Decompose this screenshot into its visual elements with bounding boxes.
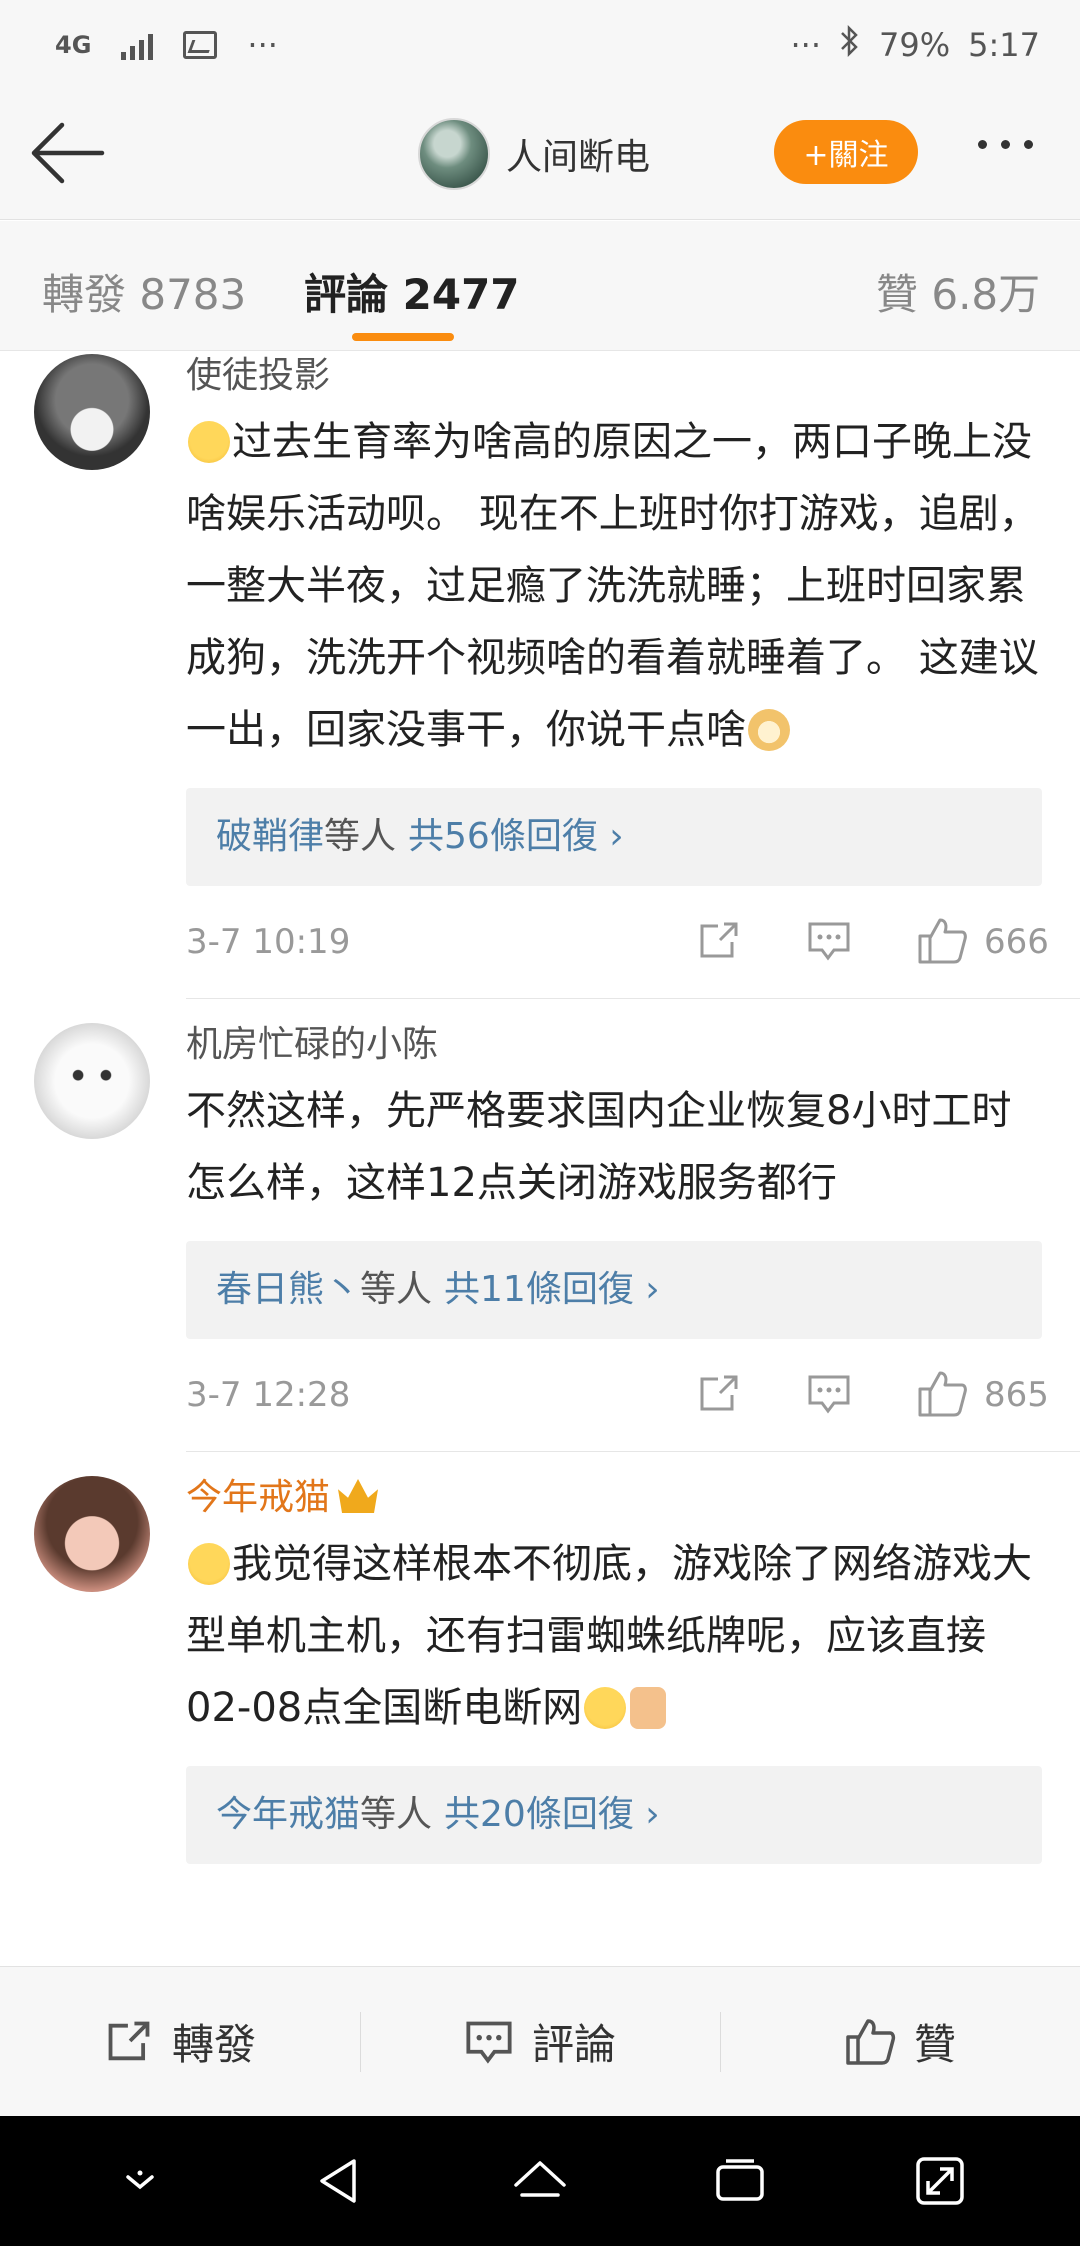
like-count: 666: [984, 922, 1049, 962]
active-tab-indicator: [352, 333, 454, 341]
comment-text: 过去生育率为啥高的原因之一，两口子晚上没啥娱乐活动呗。 现在不上班时你打游戏，追…: [186, 419, 1039, 753]
repost-label: 轉發: [171, 2020, 256, 2069]
status-bar: 4G ··· ··· 79% 5:17: [0, 0, 1080, 90]
repost-comment-icon[interactable]: [696, 920, 742, 966]
divider: [186, 998, 1080, 999]
reply-count[interactable]: 共56條回復 ›: [408, 816, 624, 857]
like-label: 贊: [913, 2020, 956, 2069]
comment-meta: 3-7 12:28 865: [186, 1347, 1049, 1451]
battery-level: 79%: [879, 26, 951, 64]
comment-text: 我觉得这样根本不彻底，游戏除了网络游戏大型单机主机，还有扫雷蜘蛛纸牌呢，应该直接…: [186, 1541, 1032, 1731]
tab-likes[interactable]: 贊 6.8万: [876, 261, 1040, 322]
reply-comment-icon[interactable]: [806, 1373, 852, 1419]
back-button[interactable]: [28, 118, 108, 188]
replies-preview[interactable]: 春日熊丶等人 共11條回復 ›: [186, 1241, 1042, 1339]
reply-user[interactable]: 破鞘律: [216, 816, 324, 857]
comment-meta: 3-7 10:19 666: [186, 894, 1049, 998]
author-name[interactable]: 人间断电: [506, 128, 650, 180]
nav-recents-icon[interactable]: [710, 2151, 770, 2211]
doge-emoji-icon: [748, 709, 790, 751]
comment-text: 不然这样，先严格要求国内企业恢复8小时工时怎么样，这样12点关闭游戏服务都行: [186, 1088, 1012, 1206]
reply-user[interactable]: 春日熊丶: [216, 1269, 360, 1310]
commenter-avatar[interactable]: [34, 1476, 150, 1592]
nav-back-icon[interactable]: [310, 2151, 370, 2211]
signal-icon: [121, 30, 154, 60]
nav-home-icon[interactable]: [510, 2151, 570, 2211]
comment-time: 3-7 10:19: [186, 922, 351, 962]
like-count: 865: [984, 1375, 1049, 1415]
more-options-icon[interactable]: [978, 140, 1033, 149]
comment-item: 今年戒猫 我觉得这样根本不彻底，游戏除了网络游戏大型单机主机，还有扫雷蜘蛛纸牌呢…: [0, 1474, 1080, 1864]
reply-comment-icon[interactable]: [806, 920, 852, 966]
laugh-emoji-icon: [584, 1687, 627, 1729]
arrow-left-icon: [31, 122, 105, 184]
reply-count[interactable]: 共11條回復 ›: [444, 1269, 660, 1310]
reply-mid-text: 等人: [360, 1794, 433, 1835]
follow-button[interactable]: +關注: [774, 120, 918, 184]
screen-expand-icon[interactable]: [910, 2151, 970, 2211]
commenter-name[interactable]: 今年戒猫: [186, 1474, 1044, 1522]
tab-repost[interactable]: 轉發 8783: [42, 261, 246, 322]
commenter-name[interactable]: 使徒投影: [186, 352, 1044, 400]
replies-preview[interactable]: 今年戒猫等人 共20條回復 ›: [186, 1766, 1042, 1864]
repost-icon: [108, 2021, 150, 2060]
clock: 5:17: [968, 26, 1040, 64]
thumbs-up-icon: [846, 2018, 896, 2065]
bluetooth-icon: [839, 24, 861, 66]
comment-list: 使徒投影 过去生育率为啥高的原因之一，两口子晚上没啥娱乐活动呗。 现在不上班时你…: [0, 352, 1080, 1864]
author-info[interactable]: 人间断电: [418, 118, 650, 190]
repost-comment-icon[interactable]: [696, 1373, 742, 1419]
comment-item: 使徒投影 过去生育率为啥高的原因之一，两口子晚上没啥娱乐活动呗。 现在不上班时你…: [0, 352, 1080, 999]
divider: [186, 1451, 1080, 1452]
crown-badge-icon: [338, 1479, 379, 1513]
author-avatar[interactable]: [418, 118, 490, 190]
replies-preview[interactable]: 破鞘律等人 共56條回復 ›: [186, 788, 1042, 886]
like-icon[interactable]: [916, 1369, 968, 1423]
notification-dots: ···: [247, 26, 278, 64]
post-tabs: 轉發 8783 評論 2477 贊 6.8万: [0, 221, 1080, 351]
comment-time: 3-7 12:28: [186, 1375, 351, 1415]
system-nav-bar: [0, 2116, 1080, 2246]
thinking-emoji-icon: [188, 1543, 230, 1585]
commenter-avatar[interactable]: [34, 354, 150, 470]
status-dots: ···: [790, 26, 822, 64]
comment-item: 机房忙碌的小陈 不然这样，先严格要求国内企业恢复8小时工时怎么样，这样12点关闭…: [0, 1021, 1080, 1452]
network-indicator: 4G: [55, 31, 92, 59]
tab-comments[interactable]: 評論 2477: [304, 261, 520, 322]
thumbs-up-emoji-icon: [630, 1687, 667, 1729]
reply-mid-text: 等人: [360, 1269, 433, 1310]
comment-label: 評論: [531, 2020, 616, 2069]
reply-user[interactable]: 今年戒猫: [216, 1794, 360, 1835]
chevron-down-icon[interactable]: [110, 2151, 170, 2211]
repost-button[interactable]: 轉發: [0, 1967, 360, 2116]
reply-count[interactable]: 共20條回復 ›: [444, 1794, 660, 1835]
comment-button[interactable]: 評論: [360, 1967, 720, 2116]
like-icon[interactable]: [916, 916, 968, 970]
commenter-avatar[interactable]: [34, 1023, 150, 1139]
reply-mid-text: 等人: [324, 816, 397, 857]
like-button[interactable]: 贊: [720, 1967, 1080, 2116]
image-notification-icon: [183, 31, 218, 59]
top-nav-bar: 人间断电 +關注: [0, 90, 1080, 220]
commenter-name[interactable]: 机房忙碌的小陈: [186, 1021, 1044, 1069]
shush-emoji-icon: [188, 421, 230, 463]
comment-icon: [466, 2021, 512, 2064]
bottom-action-bar: 轉發 評論 贊: [0, 1966, 1080, 2116]
